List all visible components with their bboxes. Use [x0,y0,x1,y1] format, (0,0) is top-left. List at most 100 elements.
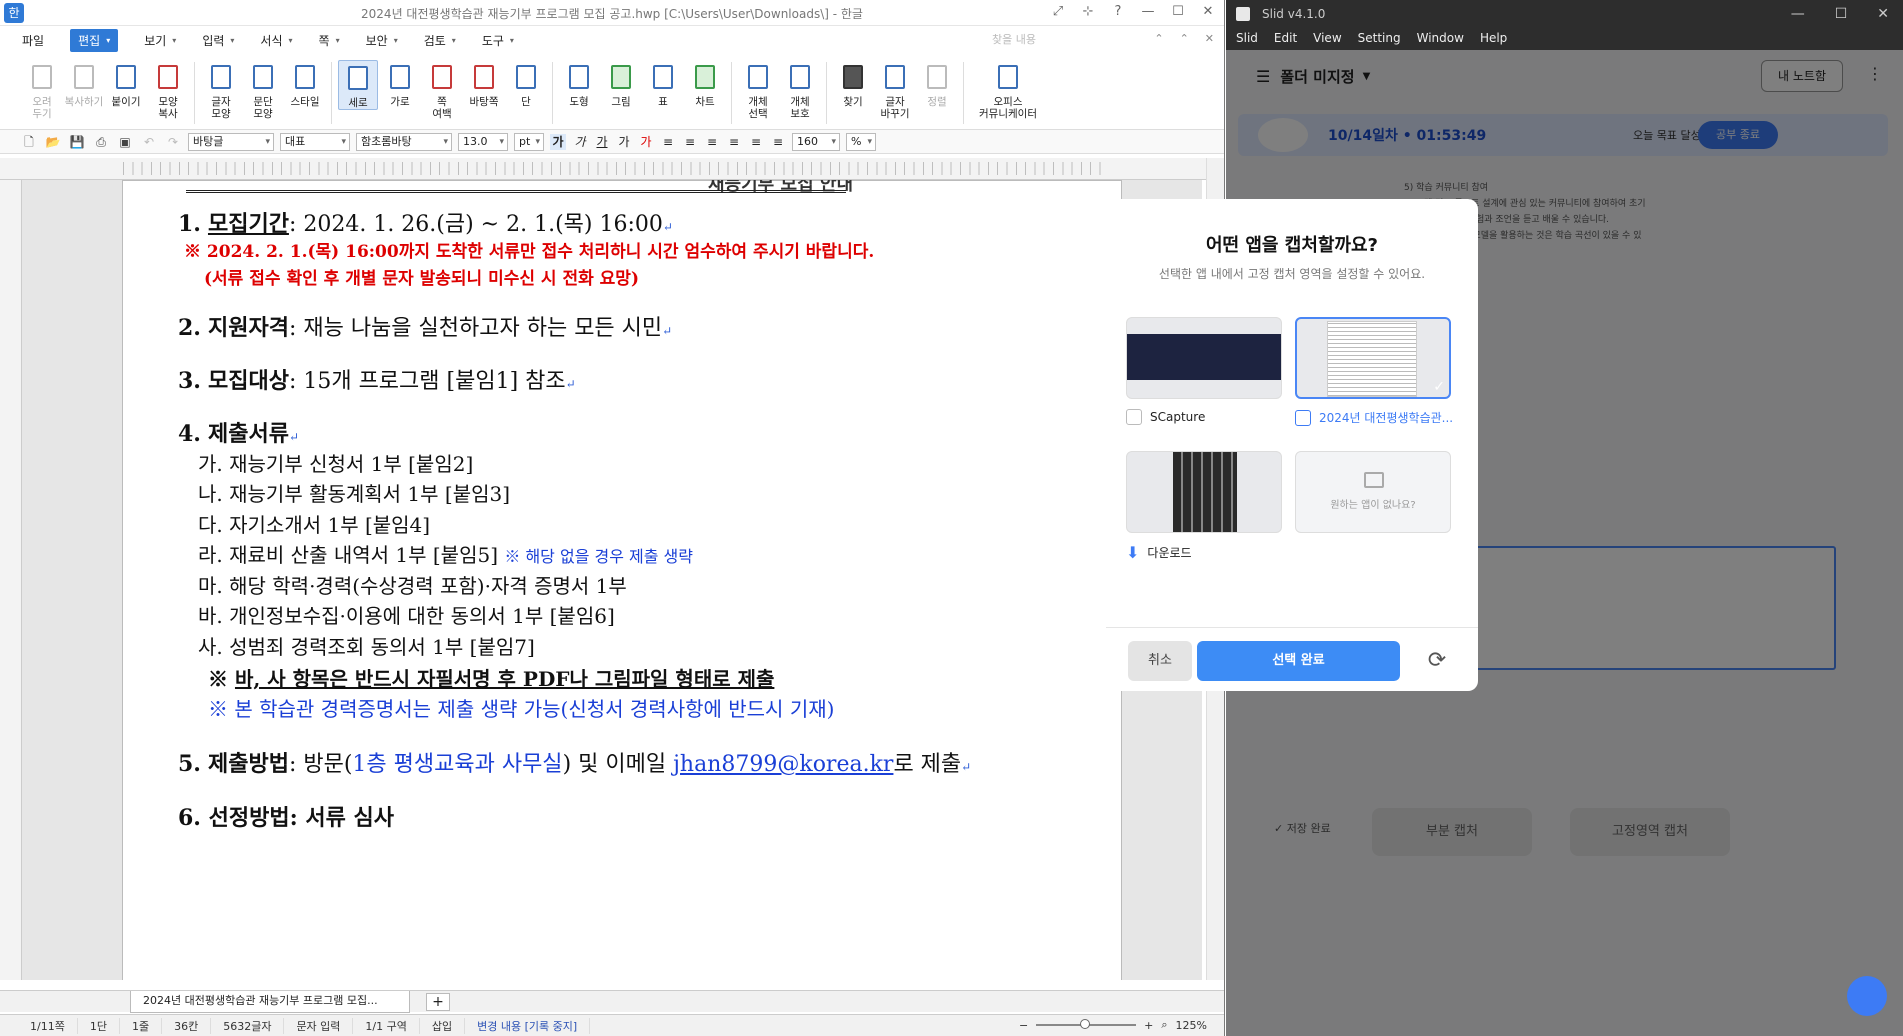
ribbon-button[interactable]: 오피스 커뮤니케이터 [970,60,1046,120]
chevron-up-icon[interactable]: ⌃ [1154,32,1163,45]
fullscreen-icon[interactable]: ⤢ [1050,4,1066,19]
align-justify-icon[interactable]: ≡ [660,134,676,150]
zoom-input[interactable]: 160 [792,132,840,151]
align-right-icon[interactable]: ≡ [726,134,742,150]
ribbon-button[interactable]: 개체 보호 [780,60,820,120]
landscape-icon [386,62,414,92]
app-card-missing[interactable]: 원하는 앱이 없나요? [1295,451,1451,533]
menu-edit[interactable]: 편집 ▾ [70,28,119,52]
ribbon-collapse-icon[interactable]: ⌃ [1180,32,1189,45]
align-distribute-icon[interactable]: ≡ [748,134,764,150]
ribbon-button[interactable]: 가로 [380,60,420,108]
slid-menu-edit[interactable]: Edit [1274,28,1297,50]
ribbon-button[interactable]: 글자 모양 [201,60,241,120]
confirm-button[interactable]: 선택 완료 [1197,641,1400,681]
ribbon-button[interactable]: 도형 [559,60,599,108]
horizontal-ruler[interactable] [0,158,1224,180]
italic-icon[interactable]: 가 [572,134,588,150]
ribbon-button-label: 개체 보호 [790,96,810,120]
doc-email-link[interactable]: jhan8799@korea.kr [673,752,893,777]
document-area[interactable]: 재능기부 모집 안내 1. 모집기간: 2024. 1. 26.(금) ~ 2.… [22,180,1202,980]
find-input[interactable]: 찾을 내용 [992,30,1142,50]
ribbon-button[interactable]: 단 [506,60,546,108]
ribbon-close-icon[interactable]: ✕ [1205,32,1214,45]
maximize-icon[interactable]: ☐ [1835,0,1848,28]
slid-menu-window[interactable]: Window [1417,28,1464,50]
new-doc-icon[interactable]: 🗋 [20,134,38,150]
ribbon-button[interactable]: 세로 [338,60,378,110]
minimize-icon[interactable]: — [1140,4,1156,19]
ribbon-button[interactable]: 모양 복사 [148,60,188,120]
underline-icon[interactable]: 가 [594,134,610,150]
preview-icon[interactable]: ▣ [116,134,134,150]
menu-review[interactable]: 검토 ▾ [424,32,456,49]
ribbon-button[interactable]: 오려 두기 [22,60,62,120]
ribbon-button[interactable]: 글자 바꾸기 [875,60,915,120]
ribbon-button[interactable]: 쪽 여백 [422,60,462,120]
align-center-icon[interactable]: ≡ [704,134,720,150]
menu-file[interactable]: 파일 [22,32,44,49]
slid-menu-help[interactable]: Help [1480,28,1507,50]
menu-view[interactable]: 보기 ▾ [144,32,176,49]
zoom-search-icon[interactable]: ⌕ [1161,1018,1167,1032]
align-divide-icon[interactable]: ≡ [770,134,786,150]
font-color-icon[interactable]: 가 [638,134,654,150]
ribbon-button[interactable]: 개체 선택 [738,60,778,120]
document-tab[interactable]: 2024년 대전평생학습관 재능기부 프로그램 모집... [130,991,410,1013]
slid-menu-slid[interactable]: Slid [1236,28,1258,50]
zoom-unit-select[interactable]: % [846,132,876,151]
app-card-hwp[interactable]: ✓ [1295,317,1451,399]
align-left-icon[interactable]: ≡ [682,134,698,150]
status-insert[interactable]: 삽입 [420,1017,466,1034]
close-icon[interactable]: ✕ [1877,0,1889,28]
menu-format[interactable]: 서식 ▾ [260,32,292,49]
zoom-slider[interactable] [1036,1019,1137,1029]
cancel-button[interactable]: 취소 [1128,641,1192,681]
status-page[interactable]: 1/11쪽 [18,1017,78,1034]
menu-tools[interactable]: 도구 ▾ [482,32,514,49]
undo-icon[interactable]: ↶ [140,134,158,150]
menu-security[interactable]: 보안 ▾ [366,32,398,49]
slid-menu-setting[interactable]: Setting [1358,28,1401,50]
save-icon[interactable]: 💾 [68,134,86,150]
ribbon-button[interactable]: 스타일 [285,60,325,108]
ribbon-button[interactable]: 붙이기 [106,60,146,108]
chat-support-icon[interactable] [1847,976,1887,1016]
font-unit-select[interactable]: pt [514,132,544,151]
zoom-out-icon[interactable]: − [1019,1019,1028,1032]
bold-icon[interactable]: 가 [550,133,566,150]
strike-icon[interactable]: 가 [616,134,632,150]
help-icon[interactable]: ? [1110,4,1126,19]
ribbon-button[interactable]: 복사하기 [64,60,104,108]
ribbon-button[interactable]: 문단 모양 [243,60,283,120]
vertical-ruler[interactable] [0,180,22,980]
style-select[interactable]: 바탕글 [188,132,274,151]
redo-icon[interactable]: ↷ [164,134,182,150]
open-folder-icon[interactable]: 📂 [44,134,62,150]
ribbon-button[interactable]: 표 [643,60,683,108]
maximize-icon[interactable]: ☐ [1170,4,1186,19]
slid-menu-view[interactable]: View [1313,28,1341,50]
split-icon[interactable]: ⊹ [1080,4,1096,19]
refresh-icon[interactable]: ⟳ [1424,648,1450,674]
ribbon-button[interactable]: 찾기 [833,60,873,108]
ribbon-button[interactable]: 그림 [601,60,641,108]
status-track-changes[interactable]: 변경 내용 [기록 중지] [465,1017,591,1034]
add-tab-button[interactable]: + [426,993,450,1011]
ribbon-button[interactable]: 정렬 [917,60,957,108]
print-icon[interactable]: ⎙ [92,134,110,150]
ribbon-button[interactable]: 차트 [685,60,725,108]
zoom-in-icon[interactable]: + [1144,1019,1153,1032]
doc-cert-note: ※ 본 학습관 경력증명서는 제출 생략 가능(신청서 경력사항에 반드시 기재… [208,697,835,721]
font-size-input[interactable]: 13.0 [458,132,508,151]
doc-rule [186,190,846,194]
menu-insert[interactable]: 입력 ▾ [202,32,234,49]
ribbon-button[interactable]: 바탕쪽 [464,60,504,108]
close-icon[interactable]: ✕ [1200,4,1216,19]
app-card-download[interactable] [1126,451,1282,533]
app-card-scapture[interactable] [1126,317,1282,399]
menu-page[interactable]: 쪽 ▾ [319,32,340,49]
minimize-icon[interactable]: — [1791,0,1805,28]
lang-select[interactable]: 대표 [280,132,350,151]
font-select[interactable]: 함초롬바탕 [356,132,452,151]
